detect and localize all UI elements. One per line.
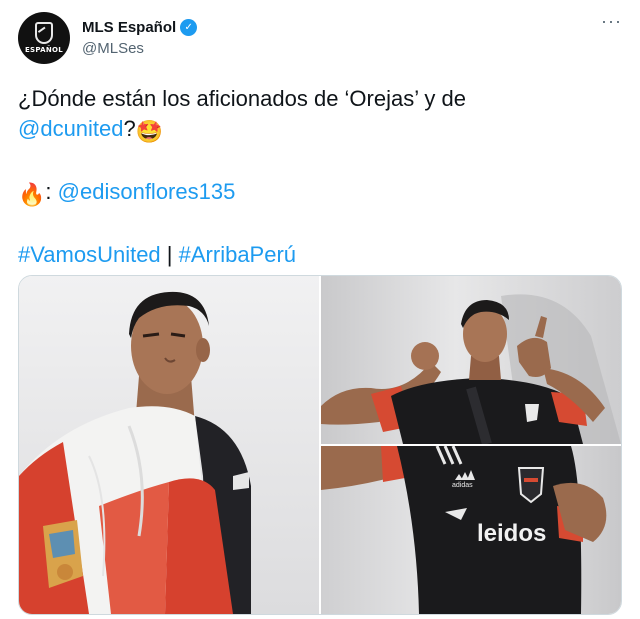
sponsor-leidos-text: leidos xyxy=(477,520,547,547)
tweet-header: ESPAÑOL MLS Español ✓ @MLSes ··· xyxy=(18,12,624,68)
mention-dcunited[interactable]: @dcunited xyxy=(18,116,124,141)
fire-emoji-icon: 🔥 xyxy=(18,182,46,207)
mls-logo-icon xyxy=(35,22,53,44)
photo-player-flex[interactable] xyxy=(321,276,621,444)
tweet-line-3: 🔥: @edisonflores135 xyxy=(18,177,618,210)
photo-player-flag-illustration xyxy=(19,291,251,614)
photo-player-jersey-illustration xyxy=(321,446,607,614)
avatar-logo-text: ESPAÑOL xyxy=(24,46,64,54)
question-mark: ? xyxy=(123,116,136,141)
tweet-line-1: ¿Dónde están los aficionados de ‘Orejas’… xyxy=(18,84,618,114)
hashtag-separator: | xyxy=(166,242,173,267)
hashtag-arribaperu[interactable]: #ArribaPerú xyxy=(179,242,296,267)
photo-player-flex-illustration xyxy=(321,294,621,444)
photo-player-jersey[interactable]: leidos adidas xyxy=(321,446,621,614)
tweet-line-2: @dcunited?🤩 xyxy=(18,114,618,147)
user-handle[interactable]: @MLSes xyxy=(82,40,197,57)
display-name[interactable]: MLS Español xyxy=(82,19,176,36)
photo-player-flag[interactable] xyxy=(19,276,319,614)
star-struck-emoji-icon: 🤩 xyxy=(135,119,164,144)
verified-badge-icon: ✓ xyxy=(180,18,198,36)
author-names: MLS Español ✓ @MLSes xyxy=(82,17,198,57)
tweet-line-4: #VamosUnited | #ArribaPerú xyxy=(18,240,618,270)
hashtag-vamosunited[interactable]: #VamosUnited xyxy=(18,242,161,267)
media-grid: leidos adidas xyxy=(18,275,622,615)
brand-adidas-text: adidas xyxy=(452,482,473,489)
avatar[interactable]: ESPAÑOL xyxy=(18,12,70,64)
mention-edisonflores[interactable]: @edisonflores135 xyxy=(58,179,236,204)
colon-text: : xyxy=(45,179,52,204)
tweet-text-line1: ¿Dónde están los aficionados de ‘Orejas’… xyxy=(18,86,466,111)
tweet-text: ¿Dónde están los aficionados de ‘Orejas’… xyxy=(18,84,618,270)
more-options-icon[interactable]: ··· xyxy=(601,12,622,30)
